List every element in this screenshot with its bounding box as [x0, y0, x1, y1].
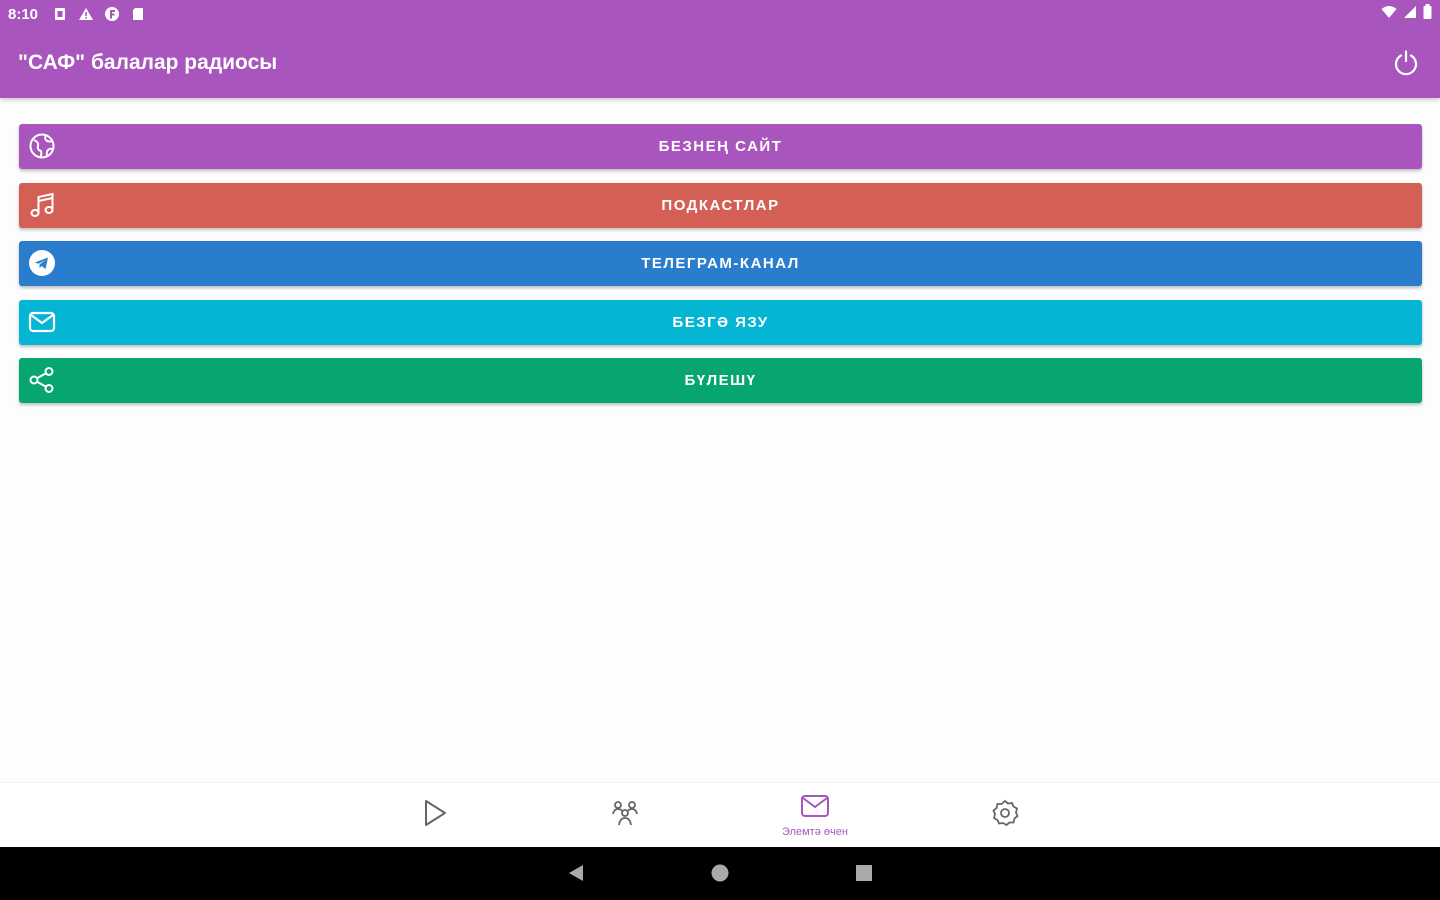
app-bar: "САФ" балалар радиосы [0, 28, 1440, 98]
bottom-nav: Элемтә өчен [0, 782, 1440, 847]
home-icon[interactable] [708, 861, 732, 885]
warning-icon [78, 6, 94, 22]
mail-icon [27, 307, 57, 337]
nav-play[interactable] [375, 783, 495, 848]
sim-icon [52, 6, 68, 22]
write-to-us-label: БЕЗГӘ ЯЗУ [672, 313, 769, 331]
nav-settings[interactable] [945, 783, 1065, 848]
signal-icon [1403, 5, 1417, 24]
play-icon [421, 798, 449, 833]
our-site-button[interactable]: БЕЗНЕҢ САЙТ [19, 124, 1422, 169]
settings-icon [990, 798, 1020, 833]
telegram-channel-label: ТЕЛЕГРАМ-КАНАЛ [641, 255, 800, 272]
wifi-icon [1381, 5, 1397, 24]
mail-icon [800, 793, 830, 824]
music-icon [27, 190, 57, 220]
share-icon [27, 365, 57, 395]
action-list: БЕЗНЕҢ САЙТ ПОДКАСТЛАР ТЕЛЕГРАМ-КАНАЛ БЕ… [19, 124, 1422, 417]
write-to-us-button[interactable]: БЕЗГӘ ЯЗУ [19, 299, 1422, 345]
nav-people[interactable] [565, 783, 685, 848]
back-icon[interactable] [564, 861, 588, 885]
system-nav-bar [0, 847, 1440, 900]
podcasts-button[interactable]: ПОДКАСТЛАР [19, 182, 1422, 228]
telegram-icon [27, 248, 57, 278]
our-site-label: БЕЗНЕҢ САЙТ [658, 138, 783, 155]
nav-contact[interactable]: Элемтә өчен [755, 783, 875, 848]
recents-icon[interactable] [852, 861, 876, 885]
status-bar: 8:10 [0, 0, 1440, 28]
app-notification-icon [104, 6, 120, 22]
share-button[interactable]: БҮЛЕШҮ [19, 358, 1422, 403]
nav-contact-label: Элемтә өчен [782, 826, 848, 838]
globe-icon [27, 131, 57, 161]
power-icon[interactable] [1390, 47, 1422, 79]
share-label: БҮЛЕШҮ [684, 372, 757, 389]
battery-icon [1423, 4, 1432, 24]
app-title: "САФ" балалар радиосы [18, 51, 278, 74]
status-time: 8:10 [8, 5, 39, 23]
podcasts-label: ПОДКАСТЛАР [661, 196, 780, 214]
telegram-channel-button[interactable]: ТЕЛЕГРАМ-КАНАЛ [19, 241, 1422, 286]
sd-card-icon [130, 6, 146, 22]
people-icon [610, 798, 640, 833]
